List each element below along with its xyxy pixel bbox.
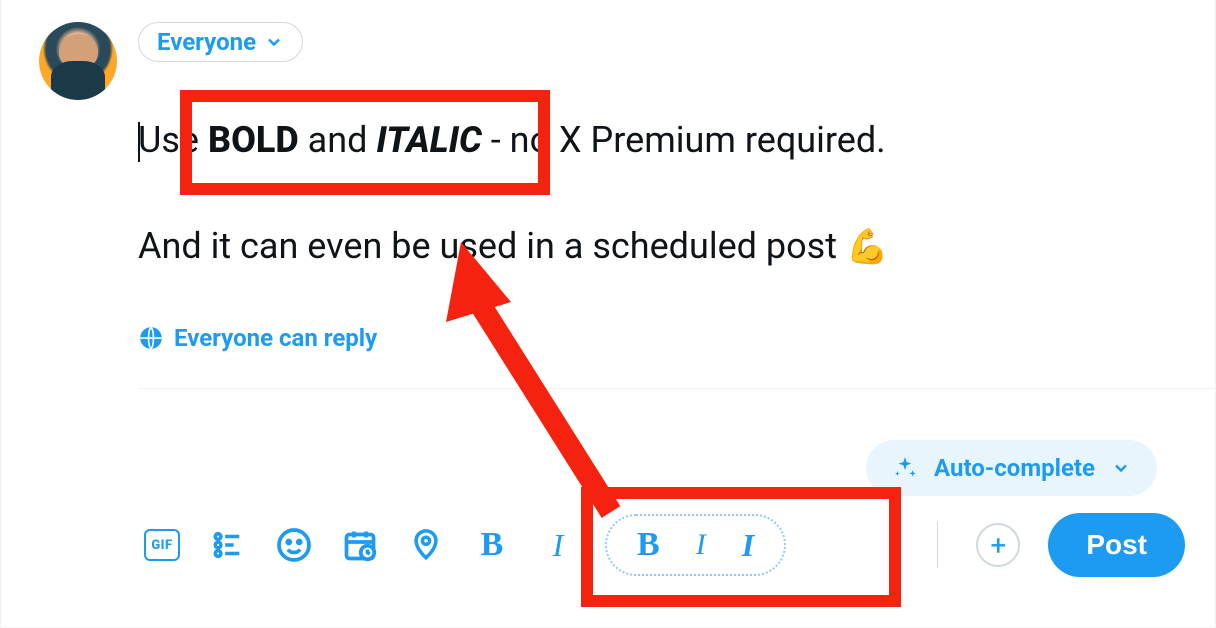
toolbar: GIF B I B I I + Post: [143, 513, 1185, 577]
plus-icon: +: [990, 529, 1006, 562]
vertical-divider: [937, 522, 939, 568]
format-popup: B I I: [605, 514, 786, 576]
sparkle-icon: [892, 455, 918, 481]
popup-bold-button[interactable]: B: [637, 526, 660, 564]
italic-button[interactable]: I: [539, 526, 577, 564]
post-button[interactable]: Post: [1048, 513, 1185, 577]
schedule-button[interactable]: [341, 526, 379, 564]
text-segment: Use: [138, 119, 208, 161]
emoji-icon: [276, 527, 312, 563]
bold-button[interactable]: B: [473, 526, 511, 564]
italic-icon: I: [553, 527, 564, 564]
popup-bold-italic-button[interactable]: I: [742, 527, 754, 564]
text-segment: - no X Premium required.: [482, 119, 886, 161]
audience-label: Everyone: [157, 28, 256, 56]
divider: [138, 388, 1215, 389]
schedule-icon: [342, 527, 378, 563]
gif-icon: GIF: [144, 529, 180, 561]
user-avatar[interactable]: [39, 22, 117, 100]
chevron-down-icon: [264, 32, 284, 52]
add-thread-button[interactable]: +: [976, 523, 1020, 567]
autocomplete-button[interactable]: Auto-complete: [866, 440, 1157, 496]
text-segment: And it can even be used in a scheduled p…: [138, 225, 846, 267]
gif-button[interactable]: GIF: [143, 526, 181, 564]
compose-textarea[interactable]: Use BOLD and ITALIC - no X Premium requi…: [138, 115, 1185, 272]
bold-icon: B: [481, 526, 504, 564]
italic-text: ITALIC: [376, 119, 482, 161]
globe-icon: [138, 325, 164, 351]
emoji-button[interactable]: [275, 526, 313, 564]
location-icon: [409, 528, 443, 562]
bold-text: BOLD: [208, 119, 299, 161]
location-button[interactable]: [407, 526, 445, 564]
compose-line-1: Use BOLD and ITALIC - no X Premium requi…: [138, 115, 1185, 165]
reply-settings-label: Everyone can reply: [174, 324, 377, 352]
muscle-emoji: 💪: [846, 227, 888, 267]
autocomplete-label: Auto-complete: [934, 454, 1095, 482]
poll-button[interactable]: [209, 526, 247, 564]
audience-selector[interactable]: Everyone: [138, 22, 303, 62]
compose-line-2: And it can even be used in a scheduled p…: [138, 221, 1185, 272]
poll-icon: [211, 528, 245, 562]
popup-italic-button[interactable]: I: [696, 528, 706, 562]
annotation-arrow: [411, 242, 631, 522]
reply-settings-button[interactable]: Everyone can reply: [138, 324, 377, 352]
text-segment: and: [299, 119, 377, 161]
chevron-down-icon: [1111, 458, 1131, 478]
